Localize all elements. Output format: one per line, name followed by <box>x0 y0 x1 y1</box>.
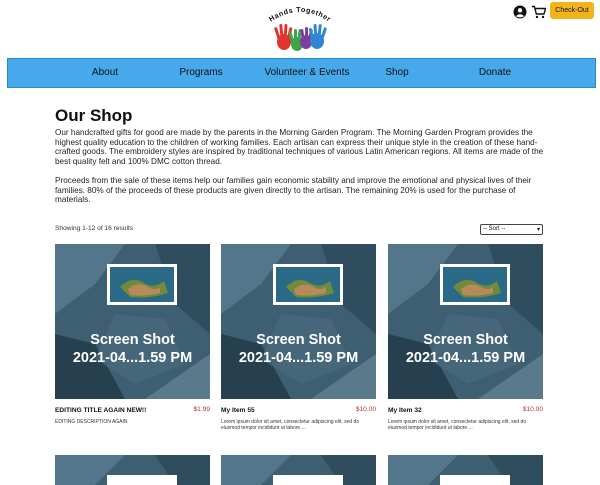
product-description: Lorem ipsum dolor sit amet, consectetur … <box>388 419 527 431</box>
aerial-landscape-image <box>388 455 543 485</box>
chevron-down-icon: ▾ <box>536 227 540 233</box>
product-card[interactable] <box>221 455 376 485</box>
results-count: Showing 1-12 of 16 results <box>55 225 134 232</box>
product-card[interactable] <box>55 455 210 485</box>
image-caption-line1: Screen Shot <box>423 332 508 348</box>
hands-together-logo[interactable]: Hands Together <box>262 4 338 54</box>
page-title: Our Shop <box>55 106 133 125</box>
checkout-button[interactable]: Check-Out <box>550 2 594 19</box>
product-description: Lorem ipsum dolor sit amet, consectetur … <box>221 419 360 431</box>
image-caption-line1: Screen Shot <box>90 332 175 348</box>
shop-proceeds-paragraph: Proceeds from the sale of these items he… <box>55 176 532 205</box>
main-nav: About Programs Volunteer & Events Shop D… <box>7 58 596 88</box>
site-header: Hands Together Check-Out <box>0 0 600 58</box>
product-title[interactable]: My Item 55 <box>221 407 255 414</box>
product-card[interactable]: Screen Shot 2021-04...1.59 PM My Item 55… <box>221 244 376 431</box>
nav-item-donate[interactable]: Donate <box>466 59 524 87</box>
image-caption-line1: Screen Shot <box>256 332 341 348</box>
product-thumbnail <box>273 264 343 305</box>
product-card[interactable] <box>388 455 543 485</box>
nav-item-programs[interactable]: Programs <box>166 59 236 87</box>
aerial-landscape-image <box>221 455 376 485</box>
sort-select[interactable]: -- Sort -- ▾ <box>480 224 543 235</box>
shopping-cart-icon[interactable] <box>531 5 547 19</box>
image-caption-line2: 2021-04...1.59 PM <box>72 350 193 366</box>
nav-item-volunteer-events[interactable]: Volunteer & Events <box>251 59 363 87</box>
product-thumbnail <box>440 264 510 305</box>
hands-icon <box>274 23 327 51</box>
product-thumbnail <box>107 264 177 305</box>
product-price: $10.00 <box>355 406 376 413</box>
shop-intro-paragraph: Our handcrafted gifts for good are made … <box>55 128 544 166</box>
nav-item-about[interactable]: About <box>70 59 140 87</box>
product-image[interactable]: Screen Shot 2021-04...1.59 PM <box>388 244 543 399</box>
product-price: $10.00 <box>522 406 543 413</box>
nav-item-shop[interactable]: Shop <box>368 59 426 87</box>
product-price: $1.99 <box>193 406 210 413</box>
aerial-landscape-image <box>55 455 210 485</box>
product-image[interactable]: Screen Shot 2021-04...1.59 PM <box>55 244 210 399</box>
product-image[interactable]: Screen Shot 2021-04...1.59 PM <box>221 244 376 399</box>
product-description: EDITING DESCRIPTION AGAIN <box>55 419 128 425</box>
account-circle-icon[interactable] <box>513 5 527 19</box>
product-title[interactable]: My Item 32 <box>388 407 422 414</box>
product-card[interactable]: Screen Shot 2021-04...1.59 PM EDITING TI… <box>55 244 210 426</box>
image-caption-line2: 2021-04...1.59 PM <box>405 350 526 366</box>
image-caption-line2: 2021-04...1.59 PM <box>238 350 359 366</box>
product-title[interactable]: EDITING TITLE AGAIN NEW!! <box>55 407 146 414</box>
sort-selected-value: -- Sort -- <box>483 226 506 232</box>
product-card[interactable]: Screen Shot 2021-04...1.59 PM My Item 32… <box>388 244 543 431</box>
